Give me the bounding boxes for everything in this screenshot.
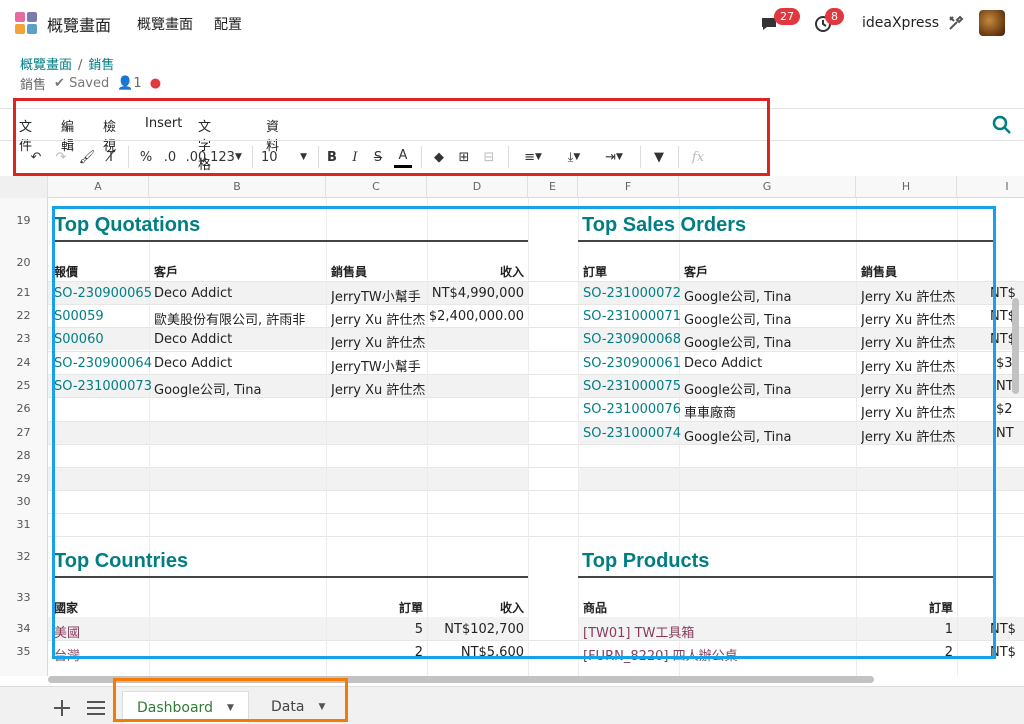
app-brand[interactable]: 概覽畫面 (47, 12, 111, 36)
user-icon: 👤 (117, 76, 134, 91)
activity-button[interactable]: 8 (814, 8, 844, 37)
breadcrumb-current[interactable]: 銷售 (88, 58, 114, 73)
document-status: 銷售 ✔ Saved 👤1 ● (20, 74, 161, 93)
order-revenue: NT (996, 426, 1014, 441)
top-navbar: 概覽畫面 概覽畫面 配置 27 8 ideaXpress (0, 0, 1024, 46)
row-header-partial (0, 664, 48, 676)
row-header[interactable]: 21 (0, 281, 48, 304)
highlight-sheet-tabs-box (113, 678, 348, 722)
column-header[interactable]: E (528, 176, 578, 198)
column-header[interactable]: D (427, 176, 528, 198)
check-icon: ✔ (54, 76, 65, 91)
order-revenue: NT (996, 379, 1014, 394)
row-header[interactable]: 25 (0, 374, 48, 397)
row-header[interactable]: 22 (0, 304, 48, 327)
row-header[interactable]: 29 (0, 467, 48, 490)
row-header[interactable]: 34 (0, 617, 48, 640)
column-header[interactable]: F (578, 176, 679, 198)
breadcrumb: 概覽畫面 / 銷售 (20, 54, 114, 73)
breadcrumb-separator: / (78, 58, 83, 73)
row-header[interactable]: 35 (0, 640, 48, 664)
row-header[interactable]: 33 (0, 578, 48, 617)
saved-status: ✔ Saved (54, 76, 110, 91)
add-sheet-icon[interactable] (52, 698, 72, 718)
row-header[interactable]: 23 (0, 327, 48, 351)
chat-button[interactable]: 27 (760, 8, 800, 37)
order-revenue: $3 (996, 356, 1013, 371)
search-icon[interactable] (992, 115, 1012, 135)
app-menu-icon[interactable] (15, 12, 37, 34)
row-header[interactable]: 20 (0, 244, 48, 281)
tools-icon[interactable] (948, 15, 964, 31)
activity-count-badge: 8 (825, 8, 844, 25)
column-header[interactable]: I (957, 176, 1024, 198)
row-header[interactable]: 19 (0, 198, 48, 244)
row-header[interactable]: 32 (0, 536, 48, 578)
column-header[interactable]: G (679, 176, 856, 198)
company-switcher[interactable]: ideaXpress (862, 15, 939, 31)
column-header[interactable]: A (48, 176, 149, 198)
column-header[interactable]: C (326, 176, 427, 198)
breadcrumb-root[interactable]: 概覽畫面 (20, 58, 72, 73)
globe-icon[interactable]: ● (150, 76, 161, 91)
nav-link-overview[interactable]: 概覽畫面 (137, 14, 193, 34)
highlight-toolbar-box (13, 98, 770, 176)
users-indicator: 👤1 (117, 76, 142, 91)
sheet-list-icon[interactable] (86, 699, 106, 717)
row-header[interactable]: 27 (0, 421, 48, 444)
module-name: 銷售 (20, 78, 47, 93)
order-revenue: $2 (996, 402, 1013, 417)
row-header[interactable]: 28 (0, 444, 48, 467)
row-header[interactable]: 26 (0, 397, 48, 421)
row-header[interactable]: 24 (0, 351, 48, 374)
column-header[interactable]: H (856, 176, 957, 198)
vertical-scrollbar[interactable] (1012, 298, 1019, 394)
highlight-dashboard-box (52, 206, 996, 659)
row-header[interactable]: 31 (0, 513, 48, 536)
avatar[interactable] (979, 10, 1005, 36)
column-headers: A B C D E F G H I (0, 176, 1024, 198)
select-all-corner[interactable] (0, 176, 48, 198)
row-header[interactable]: 30 (0, 490, 48, 513)
nav-link-config[interactable]: 配置 (214, 14, 242, 34)
column-header[interactable]: B (149, 176, 326, 198)
chat-count-badge: 27 (774, 8, 800, 25)
